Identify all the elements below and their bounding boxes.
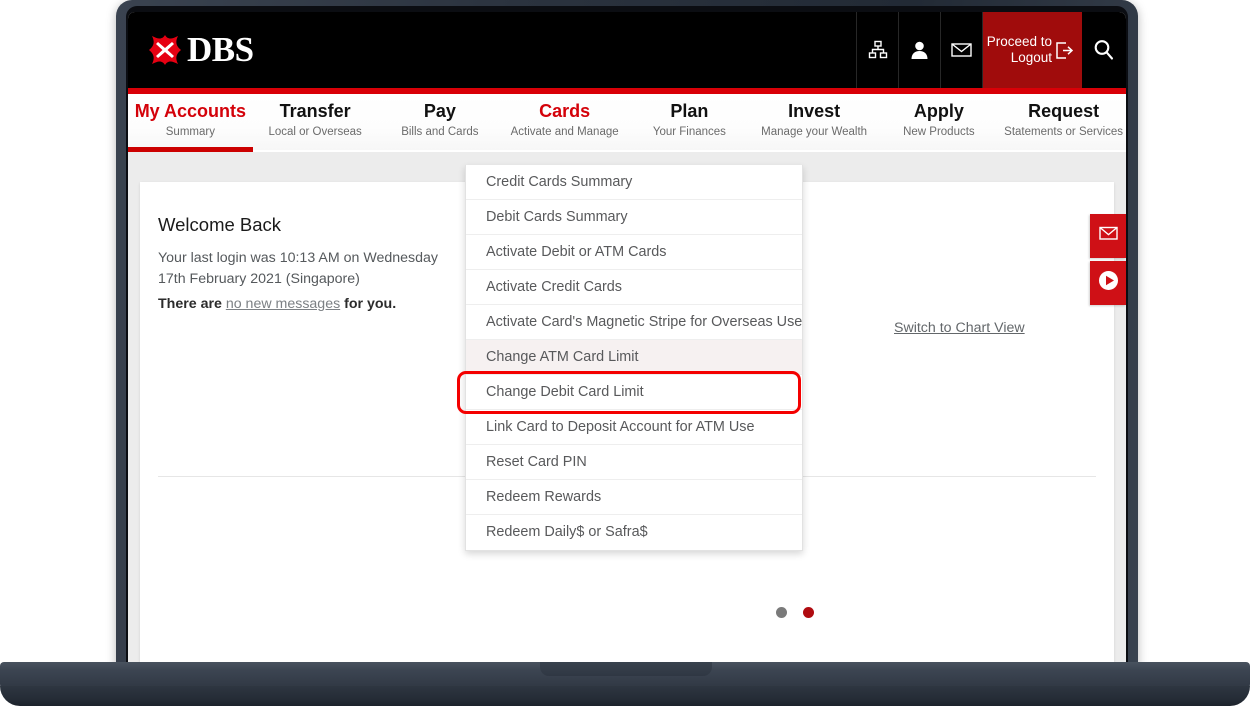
nav-tab-pay[interactable]: Pay Bills and Cards (378, 94, 503, 150)
nav-tab-subtitle: Statements or Services (1001, 124, 1126, 140)
nav-tab-subtitle: Activate and Manage (502, 124, 627, 140)
feedback-mail-tab[interactable] (1090, 214, 1126, 258)
mail-icon[interactable] (940, 12, 982, 88)
nav-tab-subtitle: New Products (877, 124, 1002, 140)
nav-tab-title: Transfer (253, 99, 378, 123)
nav-tab-invest[interactable]: Invest Manage your Wealth (752, 94, 877, 150)
no-new-messages-link[interactable]: no new messages (226, 296, 340, 312)
video-play-tab[interactable] (1090, 261, 1126, 305)
dbs-logo[interactable]: DBS (148, 34, 254, 66)
nav-tab-cards[interactable]: Cards Activate and Manage (502, 94, 627, 150)
nav-tab-subtitle: Bills and Cards (378, 124, 503, 140)
laptop-base-notch (540, 662, 712, 676)
nav-tab-subtitle: Manage your Wealth (752, 124, 877, 140)
envelope-icon (1099, 226, 1118, 246)
messages-prefix: There are (158, 296, 226, 312)
nav-tab-my-accounts[interactable]: My Accounts Summary (128, 94, 253, 150)
nav-tab-title: Pay (378, 99, 503, 123)
dropdown-item-credit-cards-summary[interactable]: Credit Cards Summary (466, 165, 802, 200)
switch-to-chart-view-link[interactable]: Switch to Chart View (894, 320, 1025, 336)
logout-arrow-icon (1055, 41, 1074, 60)
page-title: Welcome Back (158, 214, 281, 236)
nav-tab-title: Plan (627, 99, 752, 123)
nav-tab-plan[interactable]: Plan Your Finances (627, 94, 752, 150)
browser-screen: DBS (128, 12, 1126, 666)
site-header: DBS (128, 12, 1126, 88)
nav-tab-subtitle: Your Finances (627, 124, 752, 140)
dropdown-item-reset-card-pin[interactable]: Reset Card PIN (466, 445, 802, 480)
side-tab-group (1090, 214, 1126, 308)
nav-tab-title: Apply (877, 99, 1002, 123)
dropdown-item-label: Change Debit Card Limit (486, 384, 644, 400)
laptop-mockup: DBS (0, 0, 1250, 720)
messages-suffix: for you. (340, 296, 396, 312)
messages-notice: There are no new messages for you. (158, 296, 396, 312)
dropdown-item-redeem-rewards[interactable]: Redeem Rewards (466, 480, 802, 515)
dbs-diamond-x-logo-icon (148, 34, 182, 66)
dropdown-item-change-atm-card-limit[interactable]: Change ATM Card Limit (466, 340, 802, 375)
sitemap-icon[interactable] (856, 12, 898, 88)
nav-tab-title: Request (1001, 99, 1126, 123)
nav-tab-subtitle: Summary (128, 124, 253, 140)
dropdown-item-activate-credit-cards[interactable]: Activate Credit Cards (466, 270, 802, 305)
logout-label: Proceed to Logout (987, 34, 1052, 66)
nav-tab-title: Cards (502, 99, 627, 123)
carousel-pagination (776, 607, 814, 618)
nav-tab-request[interactable]: Request Statements or Services (1001, 94, 1126, 150)
dropdown-item-activate-magnetic-stripe[interactable]: Activate Card's Magnetic Stripe for Over… (466, 305, 802, 340)
page-body: Welcome Back Your last login was 10:13 A… (128, 152, 1126, 666)
dbs-wordmark: DBS (187, 34, 254, 66)
carousel-dot-2[interactable] (803, 607, 814, 618)
nav-tab-subtitle: Local or Overseas (253, 124, 378, 140)
laptop-base-lip (0, 686, 1250, 706)
dropdown-item-redeem-dailys-or-safras[interactable]: Redeem Daily$ or Safra$ (466, 515, 802, 550)
header-icon-group: Proceed to Logout (856, 12, 1126, 88)
nav-tab-title: My Accounts (128, 99, 253, 123)
cards-dropdown-menu: Credit Cards Summary Debit Cards Summary… (465, 165, 803, 551)
dropdown-item-debit-cards-summary[interactable]: Debit Cards Summary (466, 200, 802, 235)
dropdown-item-activate-debit-or-atm-cards[interactable]: Activate Debit or ATM Cards (466, 235, 802, 270)
proceed-to-logout-button[interactable]: Proceed to Logout (982, 12, 1082, 88)
play-icon (1098, 270, 1119, 296)
last-login-text: Your last login was 10:13 AM on Wednesda… (158, 248, 448, 290)
user-icon[interactable] (898, 12, 940, 88)
main-navigation: My Accounts Summary Transfer Local or Ov… (128, 94, 1126, 150)
nav-tab-title: Invest (752, 99, 877, 123)
dropdown-item-change-debit-card-limit[interactable]: Change Debit Card Limit (466, 375, 802, 410)
nav-tab-transfer[interactable]: Transfer Local or Overseas (253, 94, 378, 150)
search-icon[interactable] (1082, 12, 1126, 88)
dropdown-item-link-card-to-deposit-account[interactable]: Link Card to Deposit Account for ATM Use (466, 410, 802, 445)
nav-tab-apply[interactable]: Apply New Products (877, 94, 1002, 150)
carousel-dot-1[interactable] (776, 607, 787, 618)
